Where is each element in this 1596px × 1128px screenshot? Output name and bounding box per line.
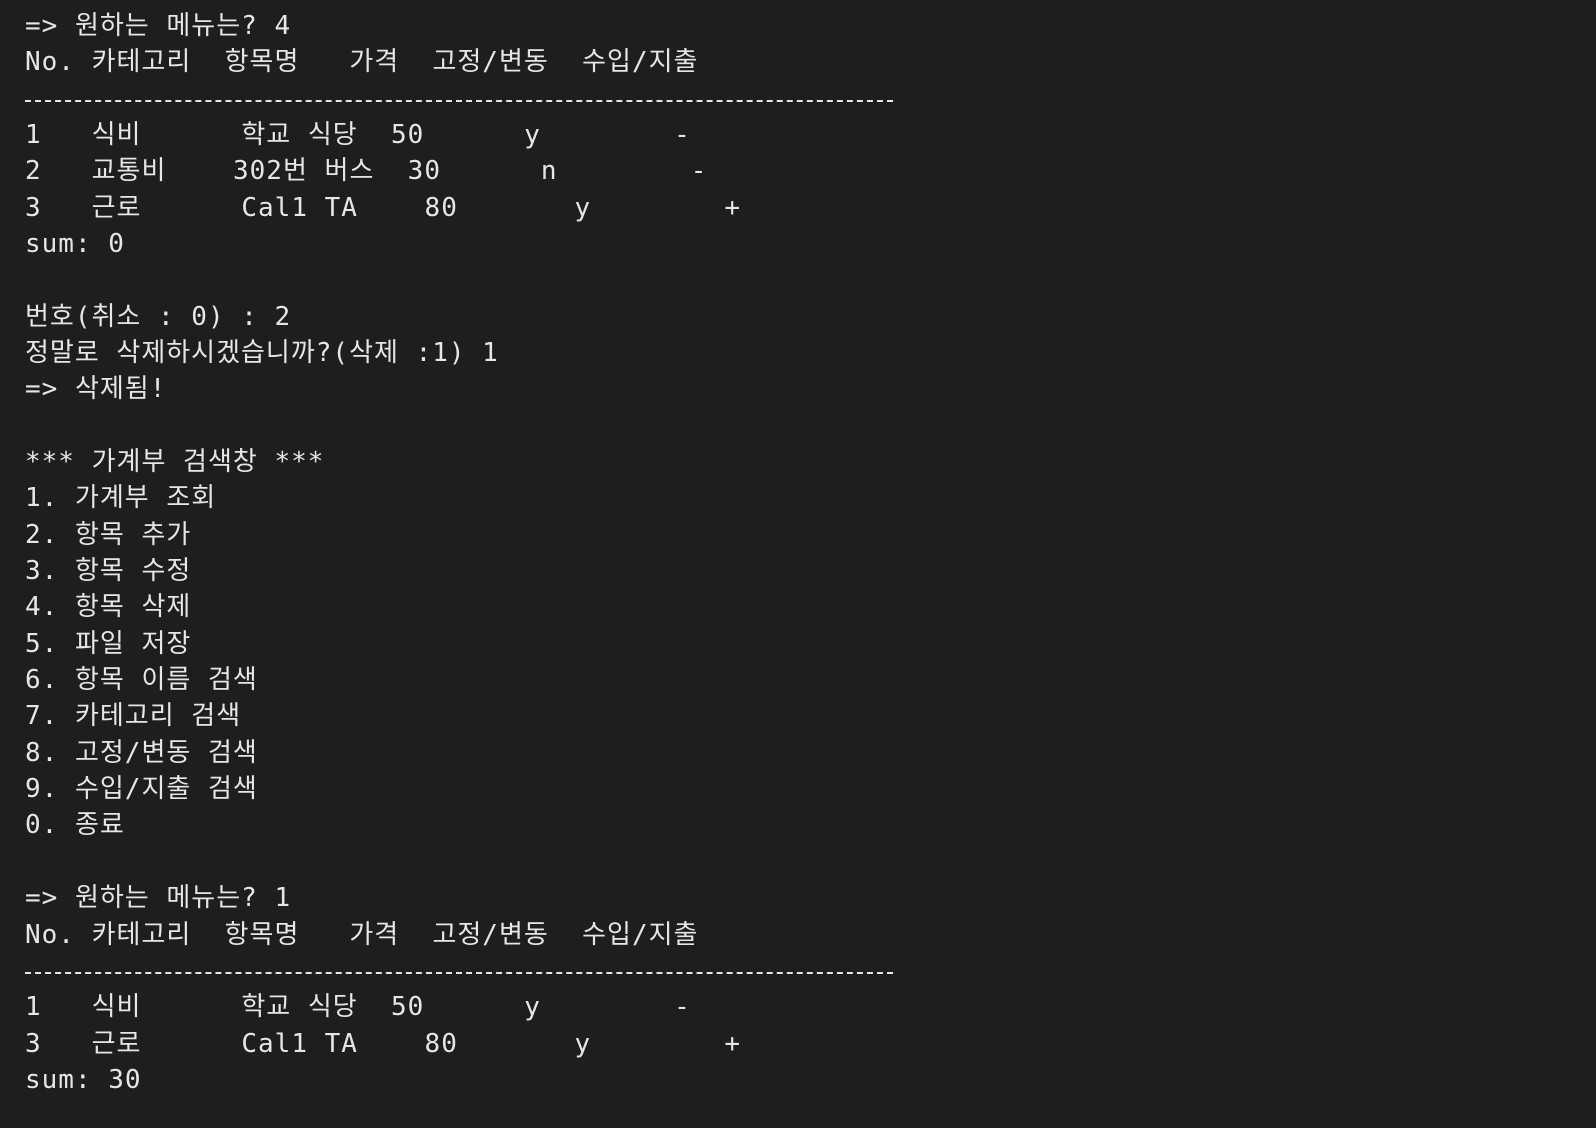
menu-item: 0. 종료 bbox=[25, 810, 125, 840]
table-row: 3 근로 Cal1 TA 80 y + bbox=[25, 193, 741, 223]
menu-item: 3. 항목 수정 bbox=[25, 556, 192, 586]
menu-item: 9. 수입/지출 검색 bbox=[25, 774, 258, 804]
table-divider bbox=[25, 972, 893, 974]
deleted-message: => 삭제됨! bbox=[25, 374, 167, 404]
menu-title: *** 가계부 검색창 *** bbox=[25, 447, 325, 477]
table-row: 2 교통비 302번 버스 30 n - bbox=[25, 156, 708, 186]
table-row: 1 식비 학교 식당 50 y - bbox=[25, 120, 691, 150]
delete-number-prompt: 번호(취소 : 0) : 2 bbox=[25, 302, 292, 332]
menu-item: 2. 항목 추가 bbox=[25, 520, 192, 550]
menu-item: 5. 파일 저장 bbox=[25, 629, 192, 659]
menu-item: 4. 항목 삭제 bbox=[25, 592, 192, 622]
table-header: No. 카테고리 항목명 가격 고정/변동 수입/지출 bbox=[25, 47, 699, 77]
table-header: No. 카테고리 항목명 가격 고정/변동 수입/지출 bbox=[25, 920, 699, 950]
sum-line: sum: 30 bbox=[25, 1065, 142, 1095]
menu-item: 1. 가계부 조회 bbox=[25, 483, 217, 513]
menu-prompt-line: => 원하는 메뉴는? 4 bbox=[25, 11, 292, 41]
menu-item: 8. 고정/변동 검색 bbox=[25, 738, 258, 768]
menu-prompt-line: => 원하는 메뉴는? 1 bbox=[25, 883, 292, 913]
delete-confirm-prompt: 정말로 삭제하시겠습니까?(삭제 :1) 1 bbox=[25, 338, 499, 368]
menu-item: 7. 카테고리 검색 bbox=[25, 701, 242, 731]
sum-line: sum: 0 bbox=[25, 229, 125, 259]
terminal-window[interactable]: => 원하는 메뉴는? 4 No. 카테고리 항목명 가격 고정/변동 수입/지… bbox=[0, 0, 1596, 1128]
menu-item: 6. 항목 이름 검색 bbox=[25, 665, 258, 695]
table-row: 3 근로 Cal1 TA 80 y + bbox=[25, 1029, 741, 1059]
table-row: 1 식비 학교 식당 50 y - bbox=[25, 992, 691, 1022]
table-divider bbox=[25, 100, 893, 102]
